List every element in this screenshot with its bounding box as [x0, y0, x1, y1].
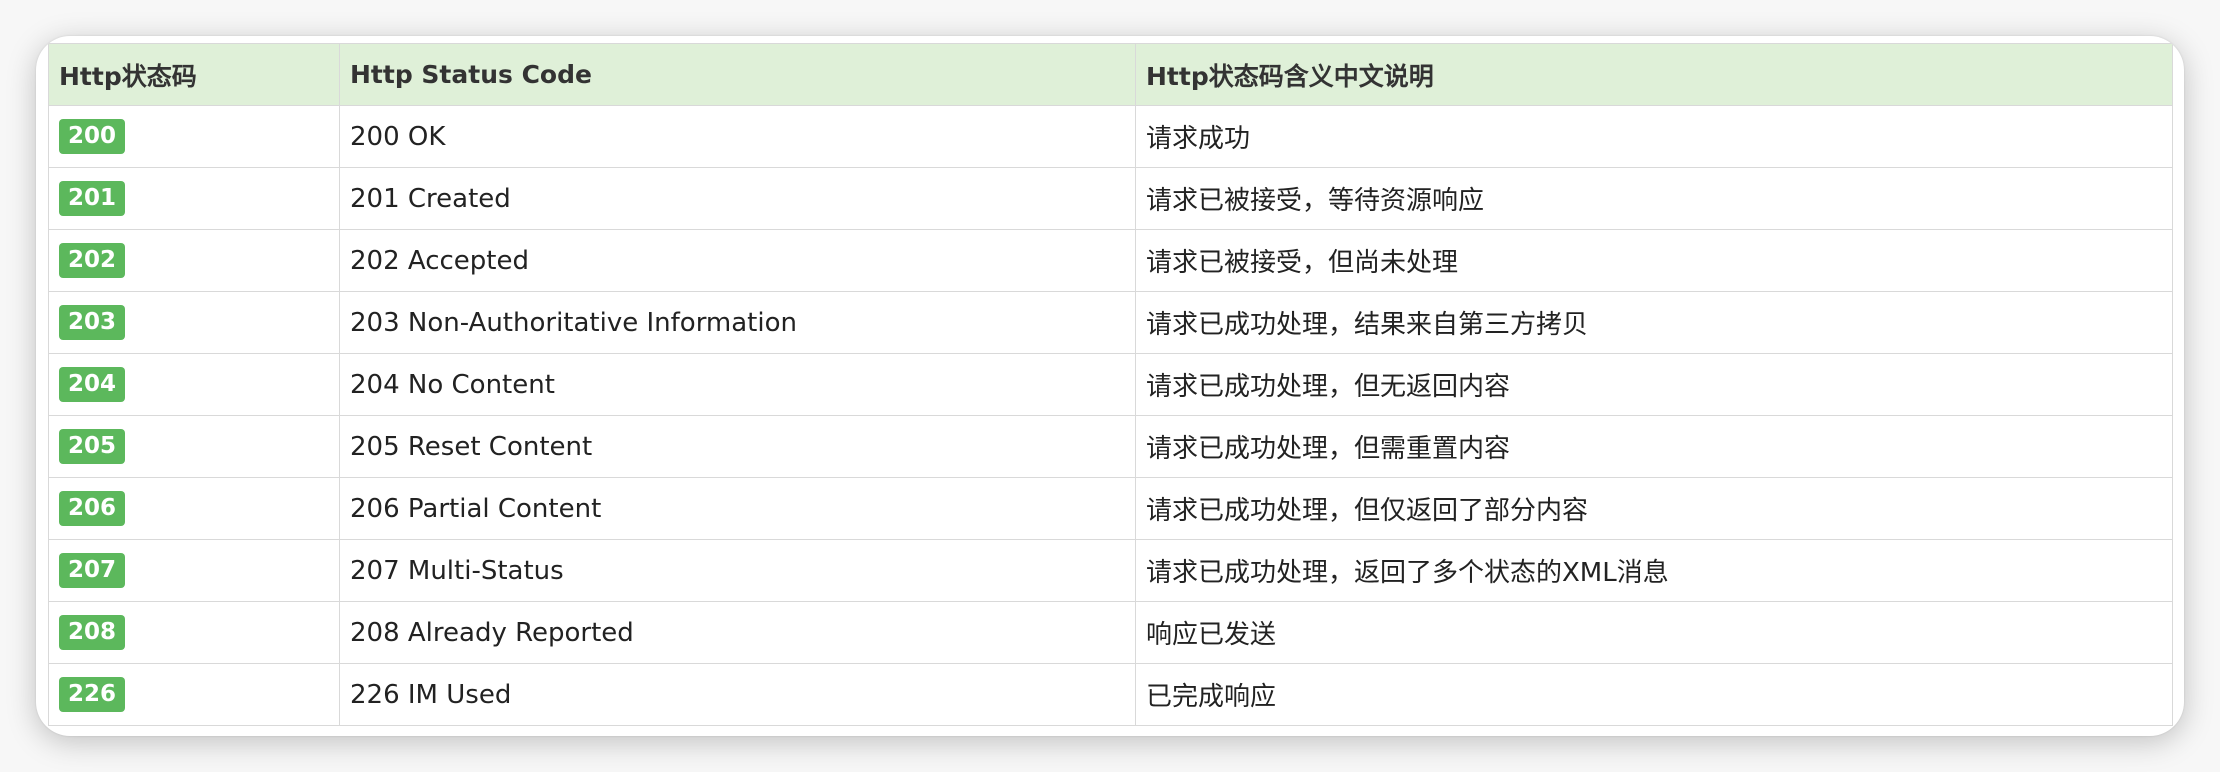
code-cell: 207 — [48, 539, 340, 602]
http-status-table: Http状态码 Http Status Code Http状态码含义中文说明 2… — [48, 43, 2173, 726]
status-cell: 200 OK — [339, 105, 1136, 168]
table-card: Http状态码 Http Status Code Http状态码含义中文说明 2… — [36, 36, 2184, 736]
code-cell: 205 — [48, 415, 340, 478]
table-row: 226 226 IM Used 已完成响应 — [48, 663, 2173, 726]
description-cell: 请求已被接受，但尚未处理 — [1135, 229, 2173, 292]
table-row: 204 204 No Content 请求已成功处理，但无返回内容 — [48, 353, 2173, 416]
code-cell: 202 — [48, 229, 340, 292]
description-cell: 请求已成功处理，但仅返回了部分内容 — [1135, 477, 2173, 540]
code-cell: 204 — [48, 353, 340, 416]
description-cell: 请求已被接受，等待资源响应 — [1135, 167, 2173, 230]
status-badge: 206 — [59, 491, 126, 526]
description-cell: 请求已成功处理，返回了多个状态的XML消息 — [1135, 539, 2173, 602]
status-badge: 204 — [59, 367, 126, 402]
code-cell: 203 — [48, 291, 340, 354]
description-cell: 请求成功 — [1135, 105, 2173, 168]
table-row: 205 205 Reset Content 请求已成功处理，但需重置内容 — [48, 415, 2173, 478]
status-badge: 202 — [59, 243, 126, 278]
code-cell: 226 — [48, 663, 340, 726]
status-cell: 203 Non-Authoritative Information — [339, 291, 1136, 354]
status-badge: 201 — [59, 181, 126, 216]
table-header: Http状态码 Http Status Code Http状态码含义中文说明 — [48, 43, 2173, 106]
code-cell: 201 — [48, 167, 340, 230]
header-code: Http状态码 — [48, 43, 340, 106]
table-row: 203 203 Non-Authoritative Information 请求… — [48, 291, 2173, 354]
status-cell: 201 Created — [339, 167, 1136, 230]
code-cell: 208 — [48, 601, 340, 664]
status-badge: 200 — [59, 119, 126, 154]
header-description: Http状态码含义中文说明 — [1135, 43, 2173, 106]
table-row: 208 208 Already Reported 响应已发送 — [48, 601, 2173, 664]
description-cell: 请求已成功处理，但无返回内容 — [1135, 353, 2173, 416]
status-badge: 208 — [59, 615, 126, 650]
status-cell: 204 No Content — [339, 353, 1136, 416]
status-cell: 207 Multi-Status — [339, 539, 1136, 602]
header-row: Http状态码 Http Status Code Http状态码含义中文说明 — [48, 43, 2173, 106]
status-badge: 203 — [59, 305, 126, 340]
table-row: 201 201 Created 请求已被接受，等待资源响应 — [48, 167, 2173, 230]
status-cell: 226 IM Used — [339, 663, 1136, 726]
code-cell: 200 — [48, 105, 340, 168]
description-cell: 已完成响应 — [1135, 663, 2173, 726]
table-row: 207 207 Multi-Status 请求已成功处理，返回了多个状态的XML… — [48, 539, 2173, 602]
header-status-code: Http Status Code — [339, 43, 1136, 106]
description-cell: 请求已成功处理，结果来自第三方拷贝 — [1135, 291, 2173, 354]
table-row: 202 202 Accepted 请求已被接受，但尚未处理 — [48, 229, 2173, 292]
table-row: 200 200 OK 请求成功 — [48, 105, 2173, 168]
table-body: 200 200 OK 请求成功 201 201 Created 请求已被接受，等… — [48, 105, 2173, 726]
status-cell: 205 Reset Content — [339, 415, 1136, 478]
status-badge: 226 — [59, 677, 126, 712]
table-row: 206 206 Partial Content 请求已成功处理，但仅返回了部分内… — [48, 477, 2173, 540]
description-cell: 响应已发送 — [1135, 601, 2173, 664]
status-cell: 208 Already Reported — [339, 601, 1136, 664]
description-cell: 请求已成功处理，但需重置内容 — [1135, 415, 2173, 478]
status-cell: 206 Partial Content — [339, 477, 1136, 540]
code-cell: 206 — [48, 477, 340, 540]
status-badge: 205 — [59, 429, 126, 464]
status-badge: 207 — [59, 553, 126, 588]
status-cell: 202 Accepted — [339, 229, 1136, 292]
